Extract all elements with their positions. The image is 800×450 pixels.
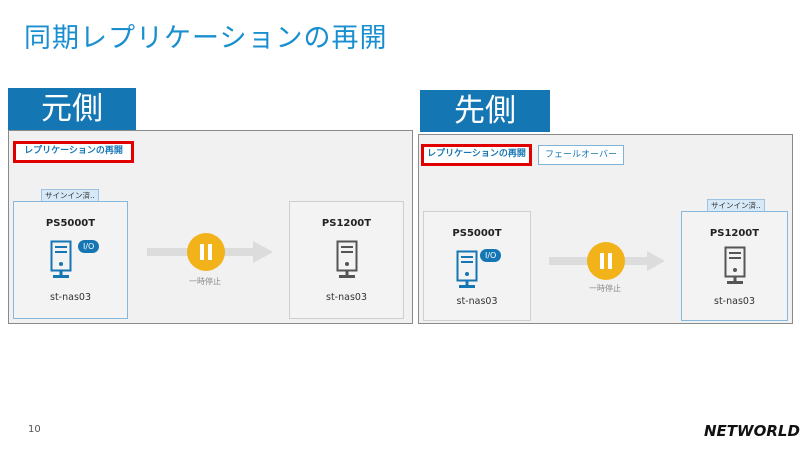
company-logo: NETWORLD	[704, 422, 800, 440]
array-model: PS1200T	[709, 228, 760, 239]
server-icon	[724, 246, 746, 284]
server-icon	[50, 240, 72, 278]
pause-status-icon	[587, 242, 625, 280]
local-array-card[interactable]: PS5000T I/O st-nas03	[13, 201, 128, 319]
io-badge: I/O	[78, 240, 100, 253]
resume-replication-button[interactable]: レプリケーションの再開	[13, 141, 134, 163]
array-hostname: st-nas03	[456, 296, 498, 307]
local-array-card[interactable]: PS5000T I/O st-nas03	[423, 211, 531, 321]
replication-status-text: 一時停止	[189, 277, 221, 286]
source-side-label: 元側	[8, 88, 136, 130]
remote-array-card[interactable]: PS1200T st-nas03	[681, 211, 788, 321]
replication-status-text: 一時停止	[589, 284, 621, 293]
array-model: PS5000T	[452, 228, 502, 239]
array-hostname: st-nas03	[326, 292, 367, 303]
pause-status-icon	[187, 233, 225, 271]
array-hostname: st-nas03	[714, 296, 755, 307]
failover-button[interactable]: フェールオーバー	[538, 145, 624, 165]
page-number: 10	[28, 424, 41, 435]
slide-title: 同期レプリケーションの再開	[24, 23, 388, 54]
target-panel: レプリケーションの再開 フェールオーバー サインイン済.. PS5000T I/…	[418, 134, 793, 324]
resume-replication-button[interactable]: レプリケーションの再開	[421, 144, 532, 166]
server-icon	[336, 240, 358, 278]
io-badge: I/O	[480, 249, 502, 262]
remote-array-card[interactable]: PS1200T st-nas03	[289, 201, 404, 319]
server-icon	[456, 250, 478, 288]
source-panel: レプリケーションの再開 サインイン済.. PS5000T I/O st-nas0…	[8, 130, 413, 324]
array-model: PS1200T	[321, 218, 372, 229]
array-model: PS5000T	[45, 218, 96, 229]
target-side-label: 先側	[420, 90, 550, 132]
array-hostname: st-nas03	[50, 292, 91, 303]
